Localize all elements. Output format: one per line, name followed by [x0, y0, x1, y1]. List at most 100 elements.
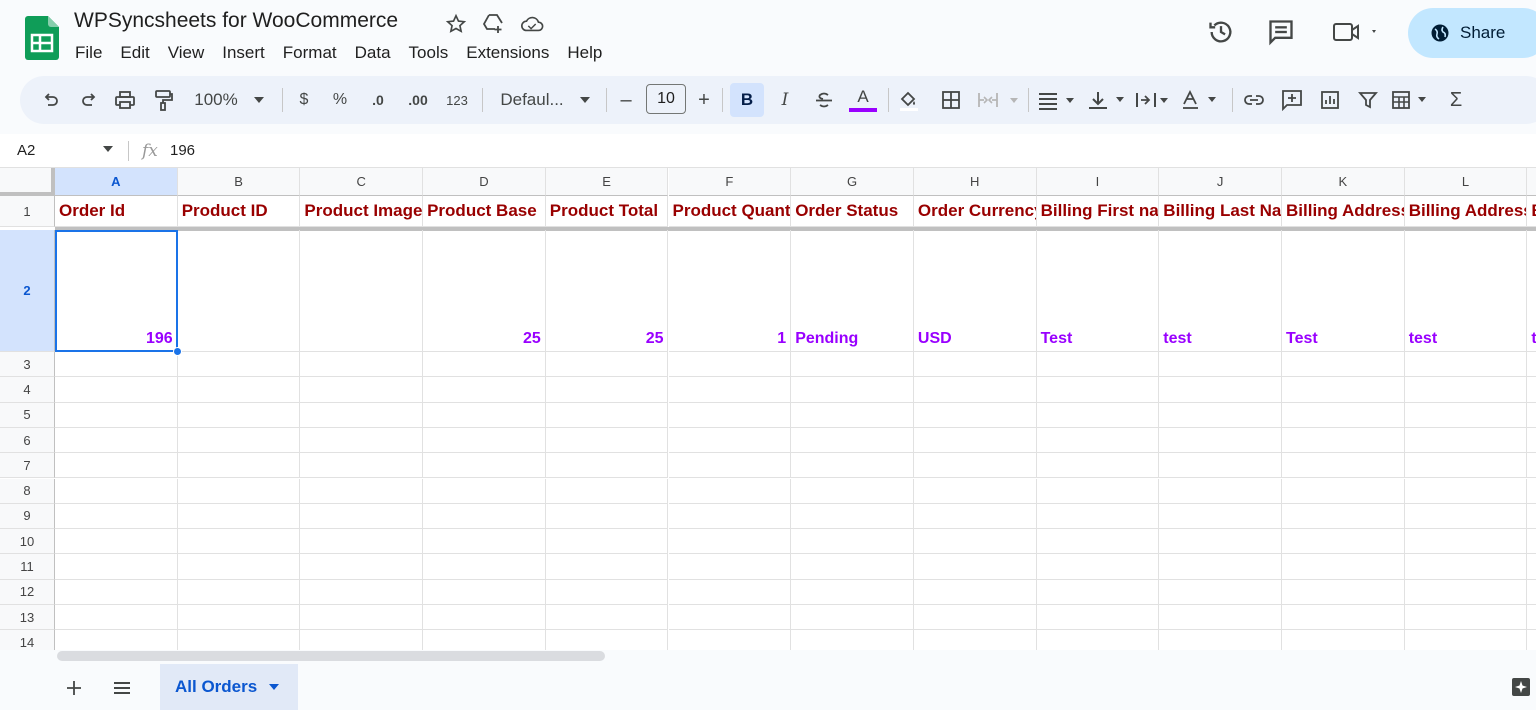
- empty-cell[interactable]: [1527, 630, 1536, 650]
- sheets-logo-icon[interactable]: [25, 16, 59, 60]
- header-cell[interactable]: Product Base: [423, 196, 546, 227]
- empty-cell[interactable]: [1159, 579, 1282, 605]
- column-header-g[interactable]: G: [791, 168, 914, 196]
- empty-cell[interactable]: [913, 377, 1037, 403]
- sheet-tab-all-orders[interactable]: All Orders: [160, 664, 298, 710]
- empty-cell[interactable]: [913, 579, 1037, 605]
- empty-cell[interactable]: [545, 402, 669, 428]
- row-header-7[interactable]: 7: [0, 453, 55, 479]
- add-sheet-icon[interactable]: [60, 674, 88, 702]
- header-cell[interactable]: Product Total: [545, 196, 669, 227]
- column-header-h[interactable]: H: [913, 168, 1037, 196]
- empty-cell[interactable]: [545, 453, 669, 479]
- empty-cell[interactable]: [55, 503, 178, 530]
- empty-cell[interactable]: [668, 402, 792, 428]
- empty-cell[interactable]: [791, 377, 914, 403]
- empty-cell[interactable]: [1282, 402, 1405, 428]
- font-size-input[interactable]: 10: [646, 84, 686, 114]
- name-box[interactable]: A2: [17, 142, 35, 159]
- header-cell[interactable]: Product Image: [300, 196, 424, 227]
- empty-cell[interactable]: [300, 630, 424, 650]
- empty-cell[interactable]: [55, 605, 178, 631]
- empty-cell[interactable]: [423, 503, 546, 530]
- menu-extensions[interactable]: Extensions: [457, 41, 558, 65]
- empty-cell[interactable]: [1527, 554, 1536, 580]
- empty-cell[interactable]: [1037, 630, 1160, 650]
- data-cell[interactable]: [177, 230, 301, 352]
- empty-cell[interactable]: [1527, 403, 1536, 428]
- empty-cell[interactable]: [1404, 427, 1528, 454]
- empty-cell[interactable]: [1527, 504, 1536, 530]
- menu-view[interactable]: View: [159, 41, 214, 65]
- empty-cell[interactable]: [1036, 478, 1160, 504]
- empty-cell[interactable]: [1036, 352, 1160, 378]
- empty-cell[interactable]: [177, 402, 301, 428]
- empty-cell[interactable]: [1404, 579, 1528, 605]
- empty-cell[interactable]: [791, 453, 914, 479]
- row-header-3[interactable]: 3: [0, 352, 55, 378]
- empty-cell[interactable]: [913, 503, 1037, 530]
- vertical-align-icon[interactable]: [1086, 86, 1130, 114]
- empty-cell[interactable]: [55, 427, 178, 454]
- column-header-j[interactable]: J: [1159, 168, 1282, 196]
- empty-cell[interactable]: [1404, 503, 1528, 530]
- empty-cell[interactable]: [55, 352, 178, 378]
- empty-cell[interactable]: [1404, 377, 1528, 403]
- empty-cell[interactable]: [1404, 605, 1528, 631]
- menu-data[interactable]: Data: [346, 41, 400, 65]
- empty-cell[interactable]: [545, 554, 669, 580]
- empty-cell[interactable]: [300, 503, 424, 530]
- comments-icon[interactable]: [1265, 16, 1297, 48]
- empty-cell[interactable]: [668, 427, 792, 454]
- empty-cell[interactable]: [1404, 478, 1528, 504]
- header-cell[interactable]: Billing Address: [1404, 196, 1528, 227]
- explore-icon[interactable]: [1510, 676, 1532, 698]
- empty-cell[interactable]: [791, 630, 914, 650]
- empty-cell[interactable]: [423, 605, 546, 631]
- empty-cell[interactable]: [545, 352, 669, 378]
- empty-cell[interactable]: [177, 453, 301, 479]
- empty-cell[interactable]: [1282, 352, 1405, 378]
- empty-cell[interactable]: [1036, 453, 1160, 479]
- empty-cell[interactable]: [1527, 605, 1536, 631]
- decrease-decimal-button[interactable]: .0: [366, 86, 390, 114]
- more-formats-button[interactable]: 123: [442, 86, 472, 114]
- empty-cell[interactable]: [1036, 377, 1160, 403]
- empty-cell[interactable]: [300, 579, 424, 605]
- empty-cell[interactable]: [1404, 529, 1528, 555]
- empty-cell[interactable]: [668, 478, 792, 504]
- header-cell[interactable]: Billing Address: [1282, 196, 1405, 227]
- empty-cell[interactable]: [791, 503, 914, 530]
- empty-cell[interactable]: [545, 579, 669, 605]
- empty-cell[interactable]: [791, 427, 914, 454]
- row-header-8[interactable]: 8: [0, 478, 55, 504]
- data-cell[interactable]: test: [1159, 230, 1282, 352]
- empty-cell[interactable]: [1159, 377, 1282, 403]
- insert-comment-icon[interactable]: [1278, 86, 1306, 114]
- empty-cell[interactable]: [1282, 503, 1405, 530]
- empty-cell[interactable]: [1036, 554, 1160, 580]
- empty-cell[interactable]: [913, 427, 1037, 454]
- decrease-font-size-button[interactable]: –: [616, 86, 636, 114]
- row-header-4[interactable]: 4: [0, 377, 55, 403]
- empty-cell[interactable]: [1282, 377, 1405, 403]
- empty-cell[interactable]: [177, 352, 301, 378]
- empty-cell[interactable]: [791, 554, 914, 580]
- insert-link-icon[interactable]: [1240, 86, 1268, 114]
- empty-cell[interactable]: [545, 503, 669, 530]
- empty-cell[interactable]: [668, 579, 792, 605]
- borders-icon[interactable]: [938, 86, 964, 114]
- empty-cell[interactable]: [423, 554, 546, 580]
- empty-cell[interactable]: [177, 605, 301, 631]
- empty-cell[interactable]: [300, 402, 424, 428]
- empty-cell[interactable]: [1282, 630, 1405, 650]
- increase-font-size-button[interactable]: +: [694, 86, 714, 114]
- empty-cell[interactable]: [177, 503, 301, 530]
- row-header-12[interactable]: 12: [0, 579, 55, 605]
- row-header-2[interactable]: 2: [0, 230, 55, 352]
- empty-cell[interactable]: [423, 579, 546, 605]
- empty-cell[interactable]: [1159, 478, 1282, 504]
- empty-cell[interactable]: [300, 427, 424, 454]
- empty-cell[interactable]: [668, 453, 792, 479]
- fill-color-icon[interactable]: [896, 86, 922, 114]
